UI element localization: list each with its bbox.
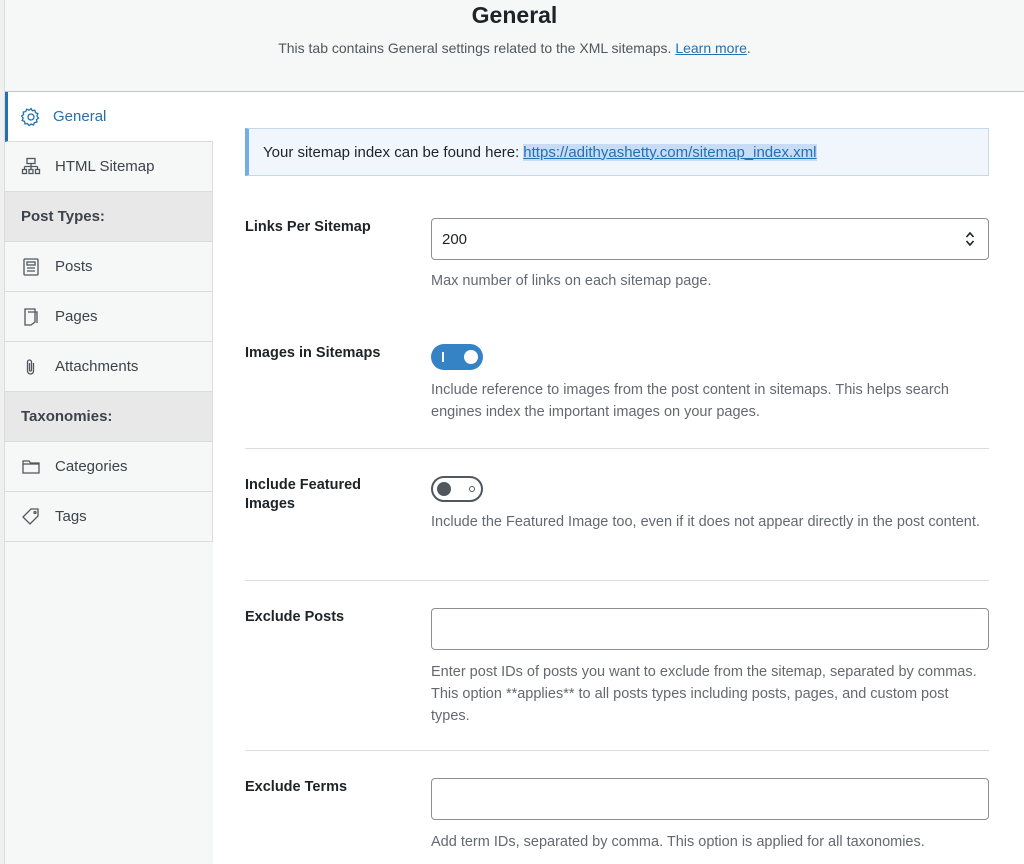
settings-content: Your sitemap index can be found here: ht… [213,92,1024,864]
sidebar-item-attachments[interactable]: Attachments [5,342,213,392]
divider [245,580,989,581]
settings-sidebar: General HTML Sitemap Post Types: Posts P… [5,92,213,542]
number-spinner-icon[interactable] [964,230,976,248]
sidebar-item-pages[interactable]: Pages [5,292,213,342]
setting-description: Max number of links on each sitemap page… [431,273,712,289]
folder-icon [21,457,41,477]
sidebar-item-general[interactable]: General [5,92,213,142]
sitemap-index-notice: Your sitemap index can be found here: ht… [245,128,989,176]
setting-control: Enter post IDs of posts you want to excl… [431,608,989,727]
sitemap-icon [21,157,41,177]
notice-text: Your sitemap index can be found here: [263,143,520,161]
divider [245,750,989,751]
exclude-terms-input[interactable] [431,778,989,820]
divider [245,448,989,449]
sidebar-item-label: Attachments [55,358,139,375]
gear-icon [21,106,41,127]
images-in-sitemaps-toggle[interactable] [431,344,483,370]
learn-more-link[interactable]: Learn more [675,40,747,56]
sidebar-item-html-sitemap[interactable]: HTML Sitemap [5,142,213,192]
sitemap-index-link[interactable]: https://adithyashetty.com/sitemap_index.… [523,143,817,161]
setting-label: Exclude Posts [245,609,345,625]
setting-description: Enter post IDs of posts you want to excl… [431,664,977,724]
setting-control: Add term IDs, separated by comma. This o… [431,778,989,853]
exclude-posts-input[interactable] [431,608,989,650]
page-icon [21,307,41,327]
setting-label: Images in Sitemaps [245,345,381,361]
page-header: General This tab contains General settin… [5,0,1024,92]
setting-label: Links Per Sitemap [245,219,371,235]
setting-description: Include the Featured Image too, even if … [431,514,980,530]
toggle-knob [464,350,478,364]
toggle-on-indicator [442,352,444,362]
sidebar-item-label: Posts [55,258,93,275]
setting-description: Add term IDs, separated by comma. This o… [431,834,925,850]
sidebar-item-label: Pages [55,308,98,325]
setting-label: Include Featured Images [245,477,362,512]
page-description-period: . [746,40,751,56]
sidebar-item-label: Tags [55,508,87,525]
paperclip-icon [21,357,41,377]
setting-control: 200 Max number of links on each sitemap … [431,218,989,292]
sidebar-item-label: General [53,108,107,125]
setting-label: Exclude Terms [245,779,348,795]
links-per-sitemap-input[interactable]: 200 [431,218,989,260]
sidebar-item-label: Categories [55,458,128,475]
toggle-off-indicator [469,486,475,492]
toggle-knob [437,482,451,496]
page-description-text: This tab contains General settings relat… [278,40,672,56]
sidebar-item-posts[interactable]: Posts [5,242,213,292]
sidebar-item-categories[interactable]: Categories [5,442,213,492]
page-description: This tab contains General settings relat… [5,40,1024,56]
page-title: General [471,2,558,28]
setting-control: Include reference to images from the pos… [431,344,989,423]
sidebar-group-post-types: Post Types: [5,192,213,242]
links-per-sitemap-value: 200 [442,230,468,248]
post-icon [21,257,41,277]
setting-control: Include the Featured Image too, even if … [431,476,989,533]
sidebar-group-taxonomies: Taxonomies: [5,392,213,442]
sidebar-item-label: HTML Sitemap [55,158,155,175]
sidebar-item-tags[interactable]: Tags [5,492,213,542]
tag-icon [21,507,41,527]
include-featured-images-toggle[interactable] [431,476,483,502]
setting-description: Include reference to images from the pos… [431,382,949,420]
settings-panel: General This tab contains General settin… [4,0,1024,864]
